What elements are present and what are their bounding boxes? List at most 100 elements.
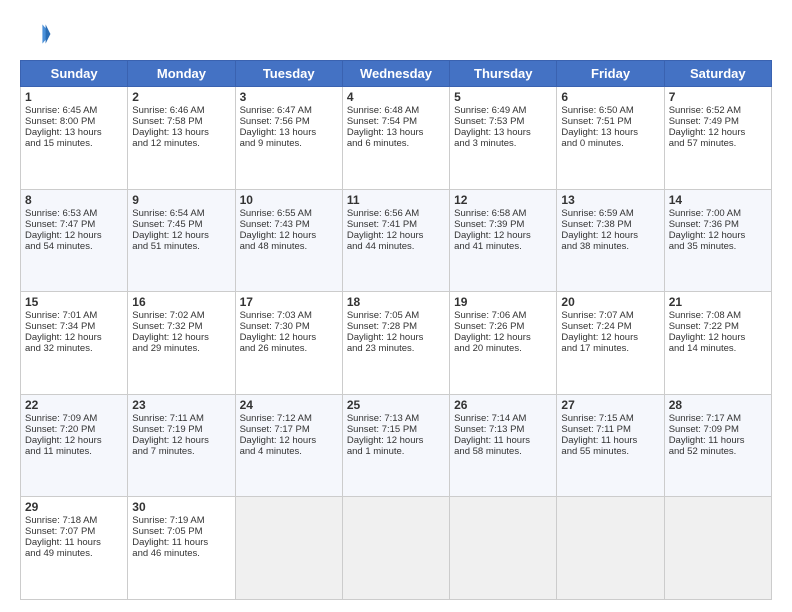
day-info-line: and 54 minutes. — [25, 241, 123, 252]
calendar-cell: 14Sunrise: 7:00 AMSunset: 7:36 PMDayligh… — [664, 189, 771, 292]
day-info-line: and 11 minutes. — [25, 446, 123, 457]
day-number: 14 — [669, 193, 767, 207]
day-info-line: Daylight: 12 hours — [347, 332, 445, 343]
page: SundayMondayTuesdayWednesdayThursdayFrid… — [0, 0, 792, 612]
day-info-line: and 23 minutes. — [347, 343, 445, 354]
day-info-line: Sunset: 7:30 PM — [240, 321, 338, 332]
day-info-line: Sunrise: 6:46 AM — [132, 105, 230, 116]
day-info-line: Sunset: 7:53 PM — [454, 116, 552, 127]
calendar-week-3: 15Sunrise: 7:01 AMSunset: 7:34 PMDayligh… — [21, 292, 772, 395]
day-number: 16 — [132, 295, 230, 309]
day-info-line: Sunset: 7:41 PM — [347, 219, 445, 230]
day-info-line: and 3 minutes. — [454, 138, 552, 149]
day-info-line: Sunrise: 6:50 AM — [561, 105, 659, 116]
day-info-line: Sunset: 7:11 PM — [561, 424, 659, 435]
day-info-line: Sunset: 7:47 PM — [25, 219, 123, 230]
day-info-line: Sunrise: 6:47 AM — [240, 105, 338, 116]
day-info-line: Sunset: 7:13 PM — [454, 424, 552, 435]
day-number: 11 — [347, 193, 445, 207]
day-info-line: Sunrise: 7:14 AM — [454, 413, 552, 424]
day-number: 8 — [25, 193, 123, 207]
day-info-line: Daylight: 11 hours — [132, 537, 230, 548]
calendar-cell: 8Sunrise: 6:53 AMSunset: 7:47 PMDaylight… — [21, 189, 128, 292]
day-info-line: Sunrise: 6:49 AM — [454, 105, 552, 116]
day-info-line: and 55 minutes. — [561, 446, 659, 457]
calendar-cell: 18Sunrise: 7:05 AMSunset: 7:28 PMDayligh… — [342, 292, 449, 395]
day-number: 9 — [132, 193, 230, 207]
calendar-body: 1Sunrise: 6:45 AMSunset: 8:00 PMDaylight… — [21, 87, 772, 600]
day-info-line: Sunrise: 7:08 AM — [669, 310, 767, 321]
calendar-week-5: 29Sunrise: 7:18 AMSunset: 7:07 PMDayligh… — [21, 497, 772, 600]
day-info-line: Sunset: 7:19 PM — [132, 424, 230, 435]
day-info-line: and 26 minutes. — [240, 343, 338, 354]
day-info-line: Daylight: 12 hours — [347, 435, 445, 446]
day-number: 24 — [240, 398, 338, 412]
day-info-line: and 32 minutes. — [25, 343, 123, 354]
day-info-line: and 20 minutes. — [454, 343, 552, 354]
weekday-saturday: Saturday — [664, 61, 771, 87]
calendar-cell — [342, 497, 449, 600]
day-info-line: and 29 minutes. — [132, 343, 230, 354]
day-number: 4 — [347, 90, 445, 104]
calendar-cell: 4Sunrise: 6:48 AMSunset: 7:54 PMDaylight… — [342, 87, 449, 190]
day-info-line: Daylight: 11 hours — [25, 537, 123, 548]
calendar-header: SundayMondayTuesdayWednesdayThursdayFrid… — [21, 61, 772, 87]
day-number: 22 — [25, 398, 123, 412]
day-info-line: Sunset: 7:20 PM — [25, 424, 123, 435]
day-info-line: Sunset: 7:28 PM — [347, 321, 445, 332]
day-info-line: Daylight: 12 hours — [240, 230, 338, 241]
day-number: 5 — [454, 90, 552, 104]
day-info-line: Daylight: 12 hours — [454, 332, 552, 343]
day-number: 23 — [132, 398, 230, 412]
calendar-cell: 29Sunrise: 7:18 AMSunset: 7:07 PMDayligh… — [21, 497, 128, 600]
day-info-line: Sunset: 7:09 PM — [669, 424, 767, 435]
day-info-line: Daylight: 12 hours — [669, 127, 767, 138]
calendar-cell: 27Sunrise: 7:15 AMSunset: 7:11 PMDayligh… — [557, 394, 664, 497]
day-number: 3 — [240, 90, 338, 104]
day-info-line: Sunrise: 6:54 AM — [132, 208, 230, 219]
day-number: 1 — [25, 90, 123, 104]
day-info-line: Daylight: 11 hours — [669, 435, 767, 446]
day-info-line: Sunrise: 7:15 AM — [561, 413, 659, 424]
day-info-line: and 0 minutes. — [561, 138, 659, 149]
weekday-wednesday: Wednesday — [342, 61, 449, 87]
day-info-line: Daylight: 12 hours — [132, 332, 230, 343]
day-info-line: Sunset: 7:36 PM — [669, 219, 767, 230]
calendar-cell: 9Sunrise: 6:54 AMSunset: 7:45 PMDaylight… — [128, 189, 235, 292]
day-info-line: Sunset: 7:39 PM — [454, 219, 552, 230]
day-info-line: Daylight: 13 hours — [347, 127, 445, 138]
day-info-line: and 44 minutes. — [347, 241, 445, 252]
day-number: 20 — [561, 295, 659, 309]
day-info-line: Daylight: 12 hours — [669, 230, 767, 241]
day-info-line: and 49 minutes. — [25, 548, 123, 559]
day-number: 7 — [669, 90, 767, 104]
day-number: 18 — [347, 295, 445, 309]
day-info-line: Sunset: 7:17 PM — [240, 424, 338, 435]
calendar-week-1: 1Sunrise: 6:45 AMSunset: 8:00 PMDaylight… — [21, 87, 772, 190]
logo — [20, 18, 56, 50]
day-info-line: Daylight: 13 hours — [454, 127, 552, 138]
day-info-line: Sunrise: 7:09 AM — [25, 413, 123, 424]
day-number: 2 — [132, 90, 230, 104]
day-info-line: Daylight: 12 hours — [561, 332, 659, 343]
day-info-line: Daylight: 13 hours — [25, 127, 123, 138]
calendar-cell: 23Sunrise: 7:11 AMSunset: 7:19 PMDayligh… — [128, 394, 235, 497]
calendar-cell: 10Sunrise: 6:55 AMSunset: 7:43 PMDayligh… — [235, 189, 342, 292]
day-info-line: Sunset: 7:38 PM — [561, 219, 659, 230]
day-info-line: Sunset: 7:54 PM — [347, 116, 445, 127]
day-info-line: Sunset: 7:07 PM — [25, 526, 123, 537]
day-number: 19 — [454, 295, 552, 309]
weekday-sunday: Sunday — [21, 61, 128, 87]
day-info-line: Sunset: 7:22 PM — [669, 321, 767, 332]
day-info-line: Sunrise: 7:05 AM — [347, 310, 445, 321]
day-info-line: and 14 minutes. — [669, 343, 767, 354]
calendar-cell: 20Sunrise: 7:07 AMSunset: 7:24 PMDayligh… — [557, 292, 664, 395]
day-info-line: Daylight: 11 hours — [561, 435, 659, 446]
calendar-cell: 6Sunrise: 6:50 AMSunset: 7:51 PMDaylight… — [557, 87, 664, 190]
day-info-line: and 7 minutes. — [132, 446, 230, 457]
day-info-line: Sunset: 7:49 PM — [669, 116, 767, 127]
day-info-line: Sunset: 7:15 PM — [347, 424, 445, 435]
day-info-line: Sunset: 8:00 PM — [25, 116, 123, 127]
day-info-line: Daylight: 13 hours — [132, 127, 230, 138]
day-info-line: Daylight: 12 hours — [561, 230, 659, 241]
